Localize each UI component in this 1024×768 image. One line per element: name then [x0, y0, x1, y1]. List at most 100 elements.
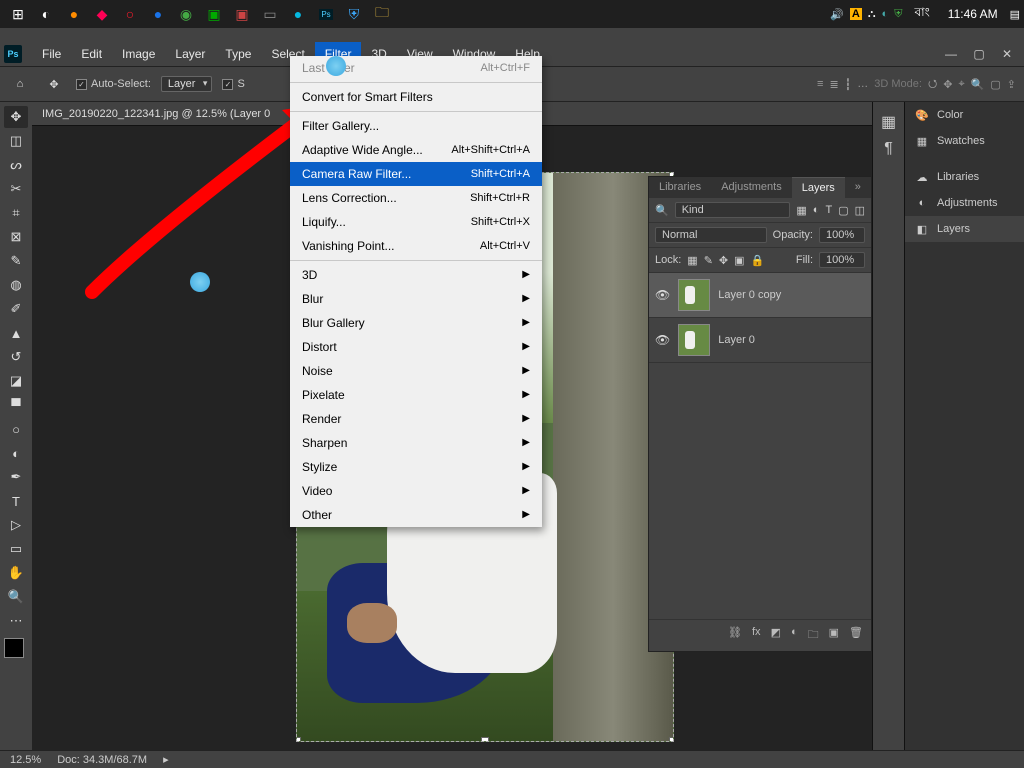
maximize-button[interactable]: ▢: [966, 47, 992, 61]
frame-tool[interactable]: ⊠: [4, 226, 28, 248]
home-icon[interactable]: ⌂: [8, 72, 32, 96]
filter-pixel-icon[interactable]: ▦: [796, 204, 806, 217]
layer-item[interactable]: 👁 Layer 0 copy: [649, 273, 871, 318]
filter-item-camera-raw-filter[interactable]: Camera Raw Filter...Shift+Ctrl+A: [290, 162, 542, 186]
menu-edit[interactable]: Edit: [71, 42, 112, 66]
close-button[interactable]: ✕: [994, 47, 1020, 61]
foreground-color[interactable]: [4, 638, 24, 658]
fx-icon[interactable]: fx: [752, 626, 761, 645]
layer-filter-kind[interactable]: Kind: [675, 202, 791, 218]
fill-input[interactable]: 100%: [819, 252, 865, 268]
panel-color[interactable]: 🎨Color: [905, 102, 1024, 128]
filter-item-3d[interactable]: 3D▶: [290, 263, 542, 287]
blur-tool[interactable]: ○: [4, 418, 28, 440]
dodge-tool[interactable]: ◐: [4, 442, 28, 464]
minimize-button[interactable]: —: [938, 47, 964, 61]
show-transform-checkbox[interactable]: ✓S: [222, 78, 244, 90]
gradient-tool[interactable]: ▀: [4, 394, 28, 416]
panel-tab-libraries[interactable]: Libraries: [649, 177, 711, 198]
3d-orbit-icon[interactable]: ⭯: [928, 75, 937, 94]
pen-tool[interactable]: ✒: [4, 466, 28, 488]
move-tool[interactable]: ✥: [4, 106, 28, 128]
shape-tool[interactable]: ▭: [4, 538, 28, 560]
tray-app-icon[interactable]: A: [850, 8, 862, 20]
link-layers-icon[interactable]: ⛓: [728, 626, 742, 645]
auto-select-checkbox[interactable]: ✓Auto-Select:: [76, 78, 151, 90]
delete-layer-icon[interactable]: 🗑: [849, 626, 863, 645]
taskbar-imo-icon[interactable]: ●: [284, 0, 312, 28]
properties-icon[interactable]: ▦: [881, 112, 896, 132]
blend-mode-dropdown[interactable]: Normal: [655, 227, 767, 243]
lock-trans-icon[interactable]: ▦: [687, 254, 697, 267]
doc-size[interactable]: Doc: 34.3M/68.7M: [57, 754, 147, 766]
filter-item-blur-gallery[interactable]: Blur Gallery▶: [290, 311, 542, 335]
layer-name[interactable]: Layer 0 copy: [718, 289, 781, 301]
heal-tool[interactable]: ◍: [4, 274, 28, 296]
distribute-icon[interactable]: ┇: [845, 78, 852, 91]
filter-item-liquify[interactable]: Liquify...Shift+Ctrl+X: [290, 210, 542, 234]
filter-adjust-icon[interactable]: ◐: [813, 204, 820, 217]
taskbar-explorer-icon[interactable]: 🗀: [368, 0, 396, 28]
lasso-tool[interactable]: ᔕ: [4, 154, 28, 176]
tray-volume-icon[interactable]: 🔊: [830, 8, 844, 21]
lock-image-icon[interactable]: ✎: [704, 254, 713, 267]
eraser-tool[interactable]: ◪: [4, 370, 28, 392]
taskbar-brave-icon[interactable]: ◆: [88, 0, 116, 28]
character-icon[interactable]: ¶: [884, 140, 893, 158]
more-icon[interactable]: …: [857, 78, 868, 90]
panel-layers-tab[interactable]: ◧Layers: [905, 216, 1024, 242]
layer-name[interactable]: Layer 0: [718, 334, 755, 346]
start-button[interactable]: ⊞: [4, 0, 32, 28]
taskbar-shield-icon[interactable]: ⛨: [340, 0, 368, 28]
menu-file[interactable]: File: [32, 42, 71, 66]
tray-language[interactable]: বাং: [908, 4, 935, 24]
crop-tool[interactable]: ⌗: [4, 202, 28, 224]
zoom-tool[interactable]: 🔍: [4, 586, 28, 608]
align-icon-2[interactable]: ≣: [829, 78, 838, 91]
tray-notif-icon[interactable]: ⛬: [868, 8, 876, 21]
tray-idm-icon[interactable]: ◐: [882, 8, 889, 20]
zoom-level[interactable]: 12.5%: [10, 754, 41, 766]
filter-item-convert-for-smart-filters[interactable]: Convert for Smart Filters: [290, 85, 542, 109]
panel-libraries[interactable]: ☁Libraries: [905, 164, 1024, 190]
filter-item-stylize[interactable]: Stylize▶: [290, 455, 542, 479]
share-icon[interactable]: ⇪: [1007, 78, 1016, 91]
taskbar-app1-icon[interactable]: ●: [144, 0, 172, 28]
auto-select-target-dropdown[interactable]: Layer: [161, 76, 213, 92]
taskbar-firefox-icon[interactable]: ●: [60, 0, 88, 28]
opacity-input[interactable]: 100%: [819, 227, 865, 243]
filter-type-icon[interactable]: T: [825, 204, 832, 217]
filter-shape-icon[interactable]: ▢: [838, 204, 848, 217]
quick-select-tool[interactable]: ✂: [4, 178, 28, 200]
mask-icon[interactable]: ◩: [771, 626, 781, 645]
taskbar-photoshop-icon[interactable]: Ps: [312, 0, 340, 28]
panel-tab-adjustments[interactable]: Adjustments: [711, 177, 792, 198]
tray-action-center-icon[interactable]: ▤: [1010, 8, 1020, 21]
panel-tab-layers[interactable]: Layers: [792, 177, 845, 198]
menu-image[interactable]: Image: [112, 42, 165, 66]
taskbar-opera-icon[interactable]: ○: [116, 0, 144, 28]
hand-tool[interactable]: ✋: [4, 562, 28, 584]
layer-item[interactable]: 👁 Layer 0: [649, 318, 871, 363]
taskbar-app3-icon[interactable]: ▣: [200, 0, 228, 28]
edit-toolbar[interactable]: ⋯: [4, 610, 28, 632]
layer-thumbnail[interactable]: [678, 279, 710, 311]
filter-item-pixelate[interactable]: Pixelate▶: [290, 383, 542, 407]
tray-clock[interactable]: 11:46 AM: [942, 7, 1004, 21]
taskbar-chrome-icon[interactable]: ◐: [32, 0, 60, 28]
stamp-tool[interactable]: ▲: [4, 322, 28, 344]
lock-nest-icon[interactable]: ▣: [734, 254, 744, 267]
taskbar-app2-icon[interactable]: ◉: [172, 0, 200, 28]
brush-tool[interactable]: ✐: [4, 298, 28, 320]
move-tool-icon[interactable]: ✥: [42, 72, 66, 96]
panel-adjustments[interactable]: ◐Adjustments: [905, 190, 1024, 216]
taskbar-app4-icon[interactable]: ▣: [228, 0, 256, 28]
align-icon[interactable]: ≡: [817, 78, 823, 90]
type-tool[interactable]: T: [4, 490, 28, 512]
visibility-icon[interactable]: 👁: [655, 288, 670, 302]
filter-item-sharpen[interactable]: Sharpen▶: [290, 431, 542, 455]
new-layer-icon[interactable]: ▣: [829, 626, 839, 645]
adjustment-icon[interactable]: ◐: [791, 626, 798, 645]
eyedropper-tool[interactable]: ✎: [4, 250, 28, 272]
filter-item-noise[interactable]: Noise▶: [290, 359, 542, 383]
